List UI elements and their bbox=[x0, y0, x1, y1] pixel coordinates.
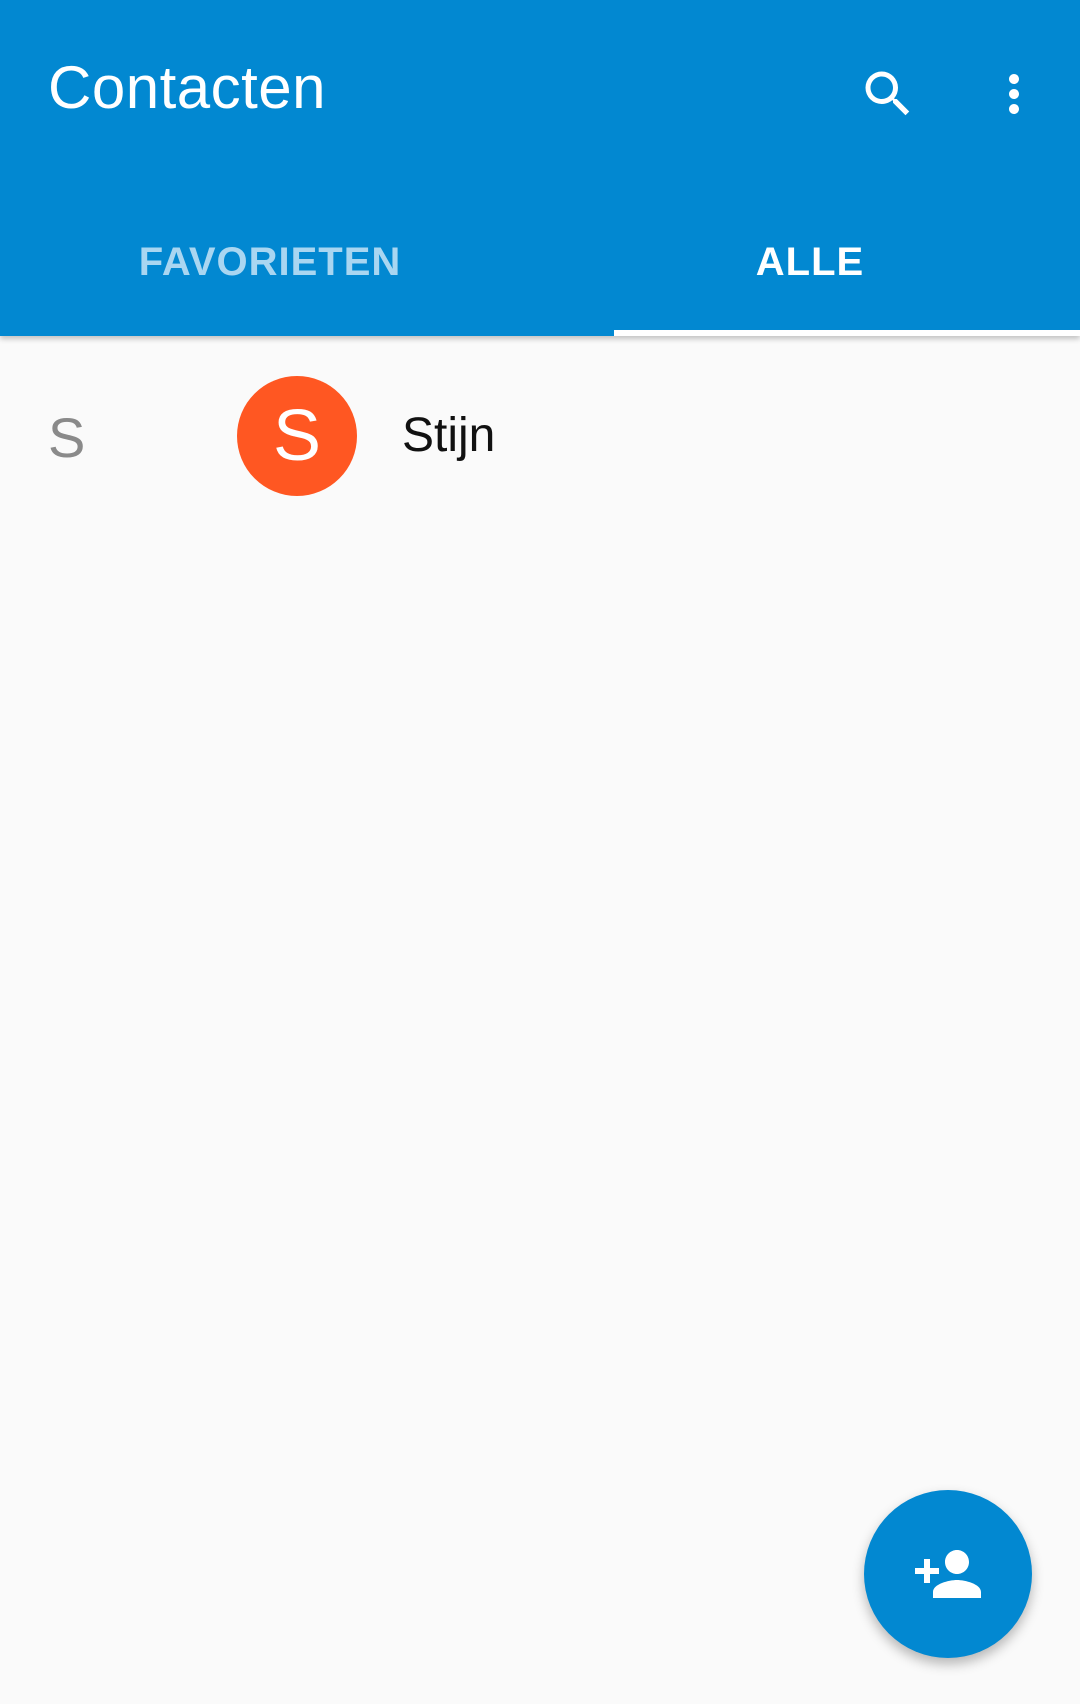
app-bar: Contacten FAVORIETEN ALLE bbox=[0, 0, 1080, 336]
tab-bar: FAVORIETEN ALLE bbox=[0, 196, 1080, 336]
avatar: S bbox=[237, 376, 357, 496]
tab-label: FAVORIETEN bbox=[138, 240, 402, 284]
contacts-app: Contacten FAVORIETEN ALLE S S Stijn bbox=[0, 0, 1080, 1704]
section-letter: S bbox=[48, 406, 86, 469]
search-button[interactable] bbox=[840, 46, 936, 142]
page-title: Contacten bbox=[48, 54, 327, 121]
toolbar: Contacten bbox=[0, 0, 1080, 176]
tab-favorieten[interactable]: FAVORIETEN bbox=[0, 196, 540, 336]
add-person-icon bbox=[915, 1550, 981, 1598]
contact-name: Stijn bbox=[402, 409, 496, 462]
tab-indicator bbox=[614, 330, 1080, 336]
tab-label: ALLE bbox=[755, 240, 865, 284]
more-vert-icon bbox=[1009, 74, 1019, 114]
contact-list: S S Stijn bbox=[0, 336, 1080, 536]
tab-alle[interactable]: ALLE bbox=[540, 196, 1080, 336]
add-contact-button[interactable] bbox=[864, 1490, 1032, 1658]
search-icon bbox=[865, 71, 910, 116]
more-options-button[interactable] bbox=[966, 46, 1062, 142]
contact-row[interactable]: S S Stijn bbox=[0, 336, 1080, 536]
